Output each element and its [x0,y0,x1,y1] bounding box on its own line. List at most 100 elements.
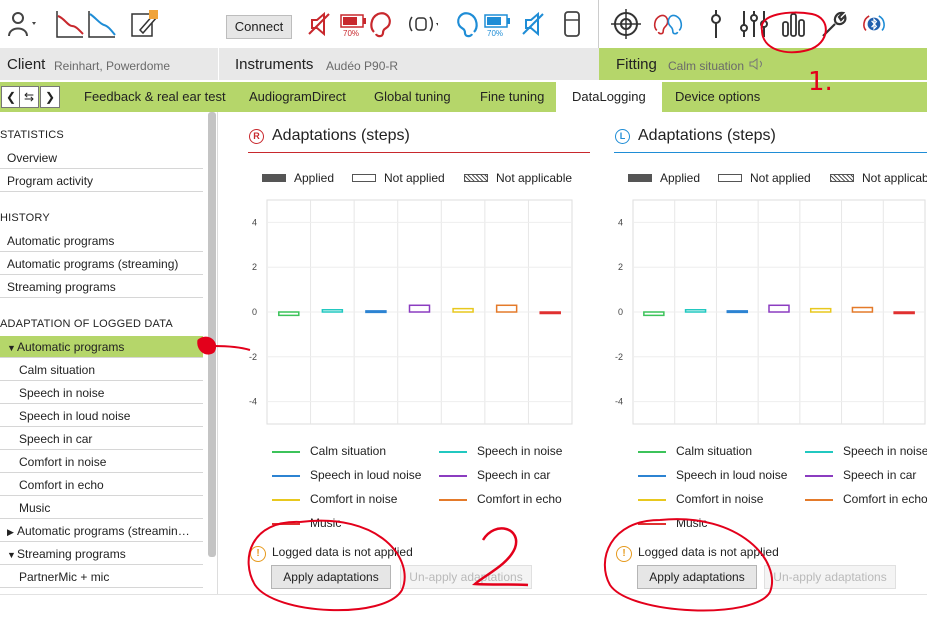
client-icon[interactable] [6,8,38,40]
panel-title-underline [614,152,927,153]
datalogging-icon[interactable] [778,8,810,40]
legend-label: Speech in car [477,468,551,482]
apply-adaptations-button[interactable]: Apply adaptations [271,565,391,589]
adaptations-chart-left: 4 2 0 -2 -4 [615,199,926,425]
applied-swatch [628,174,652,182]
notes-icon[interactable] [128,8,160,40]
left-battery-level: 70% [487,29,504,38]
y-tick-label: -2 [615,352,623,362]
bar-comfort-in-echo [851,306,874,313]
bar-comfort-in-noise [809,307,832,313]
sidebar-item-comfort-in-echo[interactable]: Comfort in echo [0,474,203,496]
sidebar-item-speech-in-car[interactable]: Speech in car [0,428,203,450]
sidebar-item-program-activity[interactable]: Program activity [0,170,203,192]
tab-global-tuning[interactable]: Global tuning [374,82,451,112]
sidebar-item-history-auto-streaming[interactable]: Automatic programs (streaming) [0,253,203,275]
tab-feedback[interactable]: Feedback & real ear test [84,82,226,112]
sidebar-item-history-auto[interactable]: Automatic programs [0,230,203,252]
legend-not-applied: Not applied [384,171,445,185]
sidebar-item-history-streaming[interactable]: Streaming programs [0,276,203,298]
y-tick-label: 4 [252,217,257,227]
legend-swatch [805,451,833,453]
legend-label: Comfort in echo [477,492,562,506]
expand-right-icon: ▶ [7,527,14,537]
legend-label: Speech in car [843,468,917,482]
legend-swatch [272,499,300,501]
tab-device-options[interactable]: Device options [675,82,760,112]
legend-not-applied: Not applied [750,171,811,185]
content-scrollbar[interactable] [918,112,926,592]
sidebar-item-label: Streaming programs [17,547,126,561]
instruments-header[interactable]: Instruments Audéo P90-R [218,48,599,80]
ears-icon[interactable] [652,8,684,40]
bar-speech-in-car [408,304,431,313]
sliders-icon[interactable] [738,8,770,40]
warning-text: Logged data is not applied [272,545,413,559]
sidebar-item-streaming-programs[interactable]: ▼Streaming programs [0,543,203,565]
phone-icon[interactable] [556,8,588,40]
legend-swatch [439,475,467,477]
applied-legend: Applied Not applied Not applicable [262,171,602,187]
forward-button[interactable]: ❯ [40,86,60,108]
legend-label: Speech in loud noise [310,468,422,482]
legend-swatch [272,451,300,453]
bar-calm-situation [278,311,300,317]
client-header[interactable]: Client Reinhart, Powerdome [0,48,218,80]
sidebar-item-partnermic[interactable]: PartnerMic + mic [0,566,203,588]
audiogram-compare-icon[interactable] [86,8,118,40]
ear-icon[interactable] [364,8,396,40]
bar-speech-in-noise [321,309,344,313]
bluetooth-icon[interactable] [858,8,890,40]
y-tick-label: 2 [618,262,623,272]
expand-down-icon: ▼ [7,550,16,560]
mute-icon[interactable] [518,8,550,40]
connect-button[interactable]: Connect [226,15,292,39]
sidebar-scrollbar[interactable] [208,112,216,557]
y-tick-label: 0 [618,307,623,317]
sidebar-item-automatic-streaming[interactable]: ▶ Automatic programs (streamin… [0,520,203,542]
legend-swatch [638,451,666,453]
bar-calm-situation [643,311,665,317]
audiogram-icon[interactable] [54,8,86,40]
mute-icon[interactable] [304,8,336,40]
speaker-icon [749,58,762,70]
legend-swatch [439,499,467,501]
unapply-adaptations-button[interactable]: Un-apply adaptations [400,565,532,589]
tab-fine-tuning[interactable]: Fine tuning [480,82,544,112]
streaming-icon[interactable] [406,8,438,40]
sidebar-item-automatic-programs[interactable]: ▼Automatic programs [0,336,203,358]
legend-label: Comfort in echo [843,492,927,506]
tab-audiogramdirect[interactable]: AudiogramDirect [249,82,346,112]
legend-swatch [638,523,666,525]
fitting-title: Fitting [616,56,657,73]
applied-legend: Applied Not applied Not applicable [628,171,927,187]
sidebar-item-speech-in-noise[interactable]: Speech in noise [0,382,203,404]
apply-adaptations-button[interactable]: Apply adaptations [637,565,757,589]
sidebar-item-speech-in-loud-noise[interactable]: Speech in loud noise [0,405,203,427]
sidebar-item-overview[interactable]: Overview [0,147,203,169]
legend-swatch [638,499,666,501]
tab-datalogging[interactable]: DataLogging [556,82,662,112]
target-icon[interactable] [610,8,642,40]
sidebar-item-comfort-in-noise[interactable]: Comfort in noise [0,451,203,473]
sidebar-item-calm-situation[interactable]: Calm situation [0,359,203,381]
tuning-icon[interactable] [700,8,732,40]
back-button[interactable]: ❮ [1,86,21,108]
wrench-icon[interactable] [818,8,850,40]
sidebar-item-music[interactable]: Music [0,497,203,519]
ear-icon[interactable] [452,8,484,40]
status-bar [0,594,927,619]
swap-button[interactable]: ⇆ [19,86,39,108]
legend-label: Speech in loud noise [676,468,788,482]
sidebar-item-label: Automatic programs (streamin… [17,524,190,538]
expand-down-icon: ▼ [7,343,16,353]
bar-speech-in-loud-noise [365,310,387,314]
history-heading: HISTORY [0,212,50,224]
bar-speech-in-loud-noise [726,310,749,314]
y-tick-label: -2 [249,352,257,362]
fitting-header[interactable]: Fitting Calm situation [599,48,927,80]
statistics-heading: STATISTICS [0,129,64,141]
toolbar-divider [598,0,599,48]
sidebar-item-label: Automatic programs [17,340,125,354]
unapply-adaptations-button[interactable]: Un-apply adaptations [764,565,896,589]
